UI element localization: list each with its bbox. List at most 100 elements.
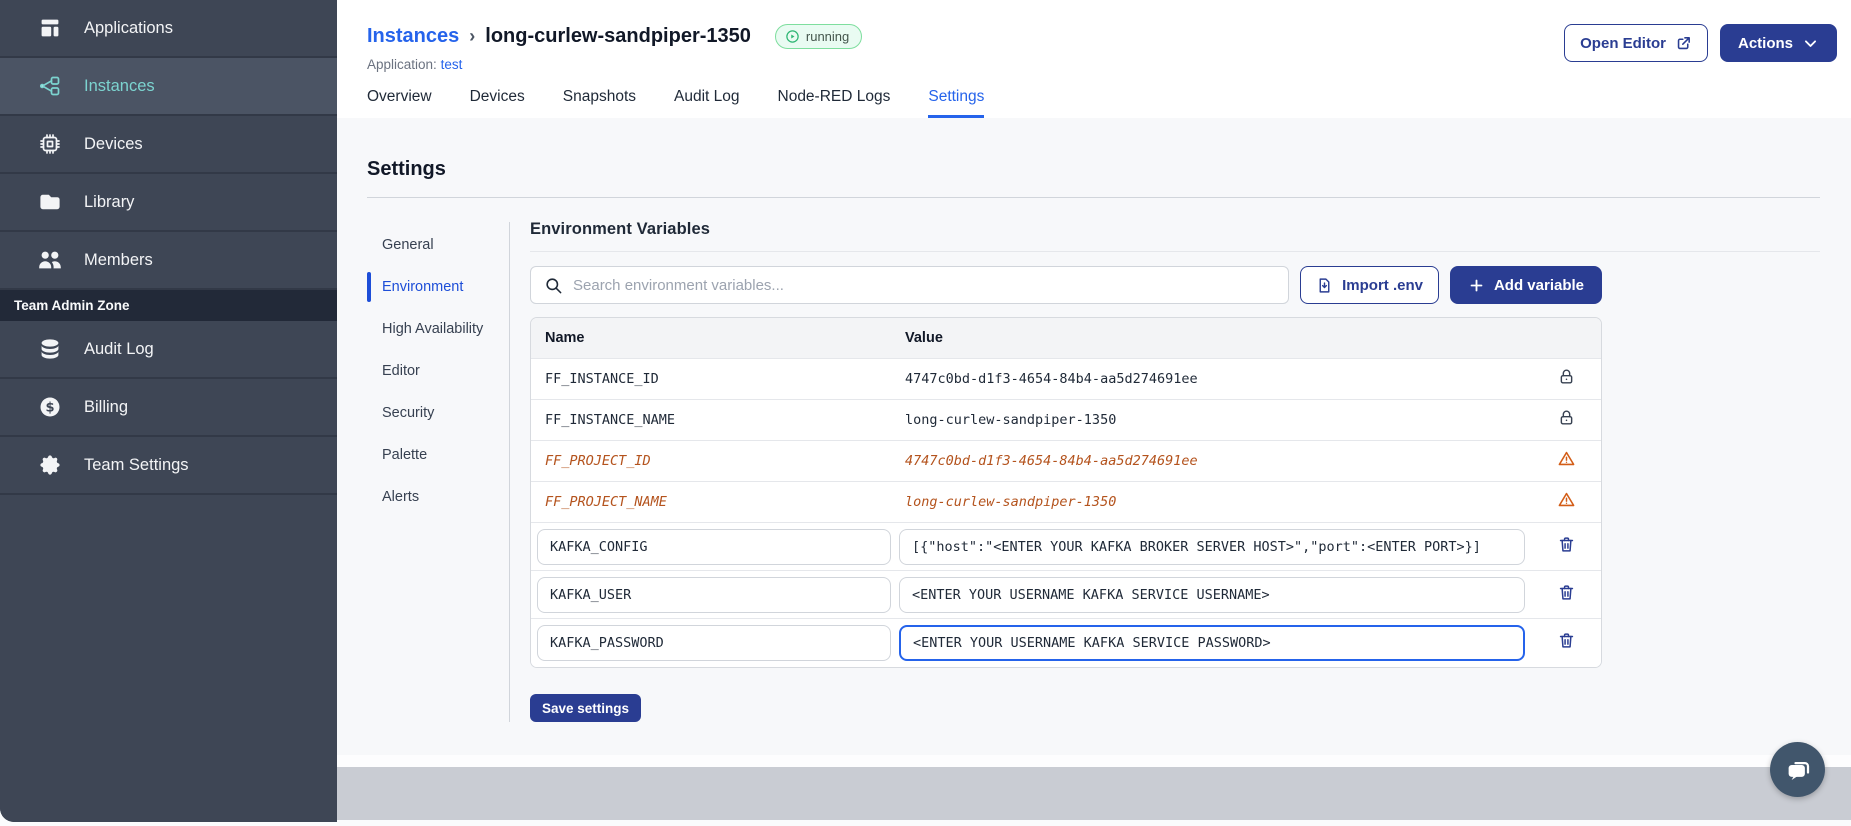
sidebar-item-library[interactable]: Library (0, 174, 337, 232)
warning-triangle-icon (1557, 449, 1576, 473)
trash-icon[interactable] (1557, 631, 1576, 655)
column-header-value: Value (905, 330, 943, 346)
chevron-down-icon (1802, 35, 1819, 52)
plus-icon (1468, 277, 1485, 294)
sidebar-admin-nav: Audit Log $ Billing Team Settings (0, 321, 337, 495)
sidebar-item-label: Devices (84, 134, 143, 153)
env-var-action-cell (1531, 583, 1601, 607)
settings-subnav-general[interactable]: General (367, 224, 493, 266)
sidebar-item-instances[interactable]: Instances (0, 58, 337, 116)
tab-audit-log[interactable]: Audit Log (674, 88, 740, 118)
team-settings-icon (38, 453, 62, 477)
env-var-name-cell: FF_PROJECT_NAME (531, 494, 897, 510)
env-var-value-cell (897, 528, 1531, 565)
tab-node-red-logs[interactable]: Node-RED Logs (778, 88, 891, 118)
team-admin-zone-label: Team Admin Zone (0, 290, 337, 321)
applications-icon (38, 16, 62, 40)
sidebar-item-team-settings[interactable]: Team Settings (0, 437, 337, 495)
settings-subnav-palette[interactable]: Palette (367, 434, 493, 476)
header-buttons: Open Editor Actions (1564, 24, 1837, 62)
search-box (530, 266, 1290, 304)
sidebar-item-audit-log[interactable]: Audit Log (0, 321, 337, 379)
env-var-value-input[interactable] (899, 528, 1525, 565)
env-var-action-cell (1531, 367, 1601, 391)
environment-variables-table: Name Value FF_INSTANCE_ID 4747c0bd-d1f3-4… (530, 317, 1602, 668)
env-var-action-cell (1531, 408, 1601, 432)
add-variable-button[interactable]: Add variable (1449, 266, 1602, 304)
settings-subnav-alerts[interactable]: Alerts (367, 476, 493, 518)
sidebar-item-label: Applications (84, 18, 173, 37)
environment-variables-title: Environment Variables (530, 220, 710, 238)
env-var-value-cell (897, 576, 1531, 613)
sidebar-item-applications[interactable]: Applications (0, 0, 337, 58)
settings-subnav: General Environment High Availability Edito… (367, 218, 493, 722)
save-settings-button[interactable]: Save settings (530, 694, 642, 722)
sidebar-item-billing[interactable]: $ Billing (0, 379, 337, 437)
column-header-name: Name (545, 330, 585, 346)
breadcrumb-instances-link[interactable]: Instances (367, 25, 459, 48)
tab-devices[interactable]: Devices (470, 88, 525, 118)
env-var-name-cell: FF_INSTANCE_ID (531, 371, 897, 387)
instance-name: long-curlew-sandpiper-1350 (485, 25, 751, 47)
search-icon (544, 276, 563, 295)
open-editor-button[interactable]: Open Editor (1564, 24, 1708, 62)
devices-icon (38, 132, 62, 156)
import-env-button[interactable]: Import .env (1300, 266, 1439, 304)
environment-toolbar: Import .env Add variable (530, 266, 1602, 304)
trash-icon[interactable] (1557, 535, 1576, 559)
status-badge: running (774, 24, 863, 49)
env-var-name-cell (531, 576, 897, 613)
sidebar-item-label: Members (84, 250, 153, 269)
trash-icon[interactable] (1557, 583, 1576, 607)
env-var-name-cell (531, 625, 897, 661)
env-var-value: 4747c0bd-d1f3-4654-84b4-aa5d274691ee (905, 453, 1198, 469)
tab-overview[interactable]: Overview (367, 88, 432, 118)
settings-divider (367, 197, 1820, 198)
search-input[interactable] (573, 276, 1276, 294)
settings-subnav-security[interactable]: Security (367, 392, 493, 434)
env-var-name: FF_PROJECT_ID (545, 453, 651, 469)
env-var-name: FF_INSTANCE_NAME (545, 412, 676, 428)
import-file-icon (1316, 277, 1333, 294)
sidebar-item-members[interactable]: Members (0, 232, 337, 290)
env-var-value-cell: long-curlew-sandpiper-1350 (897, 412, 1531, 428)
env-var-row-ff-instance-id: FF_INSTANCE_ID 4747c0bd-d1f3-4654-84b4-aa… (531, 359, 1601, 400)
settings-content: Settings General Environment High Availabi… (337, 118, 1851, 755)
billing-icon: $ (38, 395, 62, 419)
env-var-row-ff-project-name: FF_PROJECT_NAME long-curlew-sandpiper-135… (531, 482, 1601, 523)
bottom-strip (337, 820, 1851, 826)
application-link[interactable]: test (441, 57, 463, 72)
chat-widget-button[interactable] (1770, 742, 1825, 797)
tab-snapshots[interactable]: Snapshots (563, 88, 636, 118)
save-row: Save settings (530, 694, 1602, 722)
settings-subnav-editor[interactable]: Editor (367, 350, 493, 392)
env-var-value-input[interactable] (899, 576, 1525, 613)
env-var-name-input[interactable] (537, 528, 891, 565)
footer-band (337, 767, 1851, 820)
sidebar-item-devices[interactable]: Devices (0, 116, 337, 174)
settings-subnav-environment[interactable]: Environment (367, 266, 493, 308)
env-var-name-input[interactable] (537, 625, 891, 661)
breadcrumb-separator: › (469, 26, 476, 46)
warning-triangle-icon (1557, 490, 1576, 514)
sidebar-item-label: Audit Log (84, 339, 154, 358)
table-body: FF_INSTANCE_ID 4747c0bd-d1f3-4654-84b4-aa… (531, 359, 1601, 667)
open-editor-label: Open Editor (1580, 34, 1666, 52)
env-var-name-input[interactable] (537, 576, 891, 613)
svg-text:$: $ (45, 401, 54, 416)
chat-icon (1783, 755, 1813, 785)
tab-settings[interactable]: Settings (928, 88, 985, 118)
actions-button[interactable]: Actions (1719, 24, 1837, 62)
env-var-row-kafka-password (531, 619, 1601, 667)
page-header: Instances › long-curlew-sandpiper-1350 r… (337, 0, 1851, 72)
external-link-icon (1675, 35, 1692, 52)
env-var-value-input[interactable] (899, 625, 1525, 661)
add-variable-label: Add variable (1493, 276, 1584, 294)
settings-subnav-high-availability[interactable]: High Availability (367, 308, 493, 350)
env-var-value-cell: long-curlew-sandpiper-1350 (897, 494, 1531, 510)
play-circle-icon (785, 29, 800, 44)
sidebar-nav: Applications Instances Devices Library Membe… (0, 0, 337, 290)
lock-icon (1557, 408, 1576, 432)
instances-icon (38, 74, 62, 98)
library-icon (38, 190, 62, 214)
